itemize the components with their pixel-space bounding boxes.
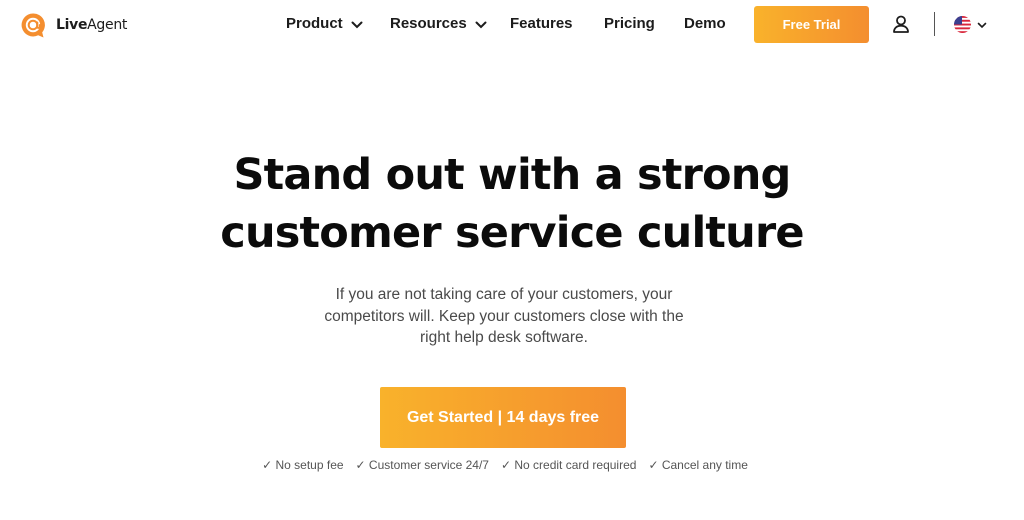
nav-product-label: Product [286, 15, 343, 32]
benefits-list: ✓ No setup fee ✓ Customer service 24/7 ✓… [0, 458, 1010, 472]
hero-title-line-1: Stand out with a strong [233, 150, 791, 200]
nav-resources-label: Resources [390, 15, 467, 32]
chevron-down-icon [351, 21, 363, 28]
hero-subtitle-line-3: right help desk software. [419, 329, 588, 346]
nav-features[interactable]: Features [510, 15, 573, 32]
nav-pricing[interactable]: Pricing [604, 15, 655, 32]
user-icon[interactable] [892, 15, 910, 33]
free-trial-button[interactable]: Free Trial [754, 6, 869, 43]
us-flag-icon [954, 16, 971, 33]
top-navigation: LiveAgent Product Resources Features Pri… [0, 0, 1024, 50]
liveagent-logo-icon [21, 13, 45, 38]
nav-resources[interactable]: Resources [390, 15, 487, 32]
chevron-down-icon [977, 22, 987, 29]
benefit-item: ✓ Cancel any time [648, 458, 748, 472]
logo-text: LiveAgent [56, 17, 128, 33]
hero-subtitle: If you are not taking care of your custo… [304, 284, 704, 349]
nav-product[interactable]: Product [286, 15, 363, 32]
benefit-item: ✓ No setup fee [262, 458, 344, 472]
liveagent-logo[interactable]: LiveAgent [20, 12, 127, 38]
hero-subtitle-line-1: If you are not taking care of your custo… [335, 286, 673, 303]
hero-title-line-2: customer service culture [220, 208, 804, 258]
hero-subtitle-line-2: competitors will. Keep your customers cl… [324, 307, 684, 325]
nav-demo[interactable]: Demo [684, 15, 726, 32]
get-started-button[interactable]: Get Started | 14 days free [380, 387, 626, 448]
chevron-down-icon [475, 21, 487, 28]
language-selector[interactable] [954, 16, 987, 33]
benefit-item: ✓ No credit card required [500, 458, 637, 472]
benefit-item: ✓ Customer service 24/7 [355, 458, 489, 472]
hero-title: Stand out with a strong customer service… [0, 146, 1024, 262]
nav-divider [934, 12, 935, 36]
